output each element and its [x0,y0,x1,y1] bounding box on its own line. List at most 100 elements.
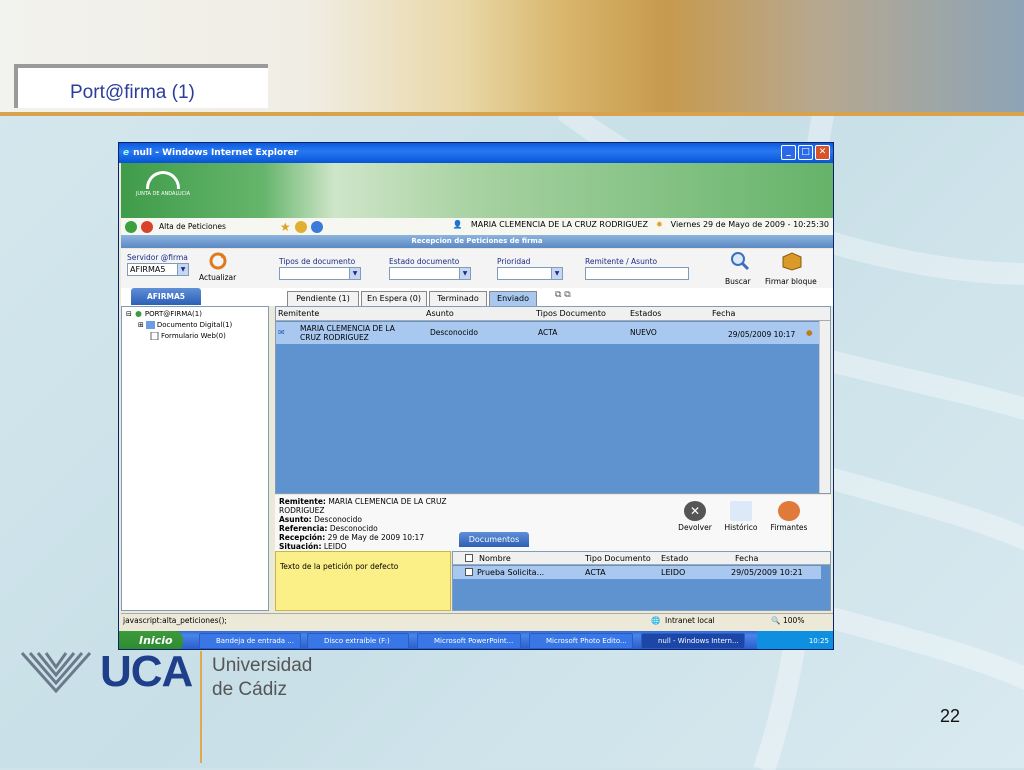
user-area: 👤 MARIA CLEMENCIA DE LA CRUZ RODRIGUEZ ✹… [453,220,829,229]
taskbar-item-powerpoint[interactable]: Microsoft PowerPoint... [417,633,521,649]
doc-col-nombre[interactable]: Nombre [479,554,511,563]
detail-situacion-value: LEIDO [323,542,347,551]
status-zone: Intranet local [665,616,715,625]
cell-fecha: 29/05/2009 10:17 [728,330,796,339]
sign-block-icon[interactable] [781,251,803,271]
chevron-down-icon: ▼ [177,264,188,275]
collapse-icon[interactable]: ⊟ [126,310,132,318]
return-icon: ✕ [684,501,706,521]
menu-alta-peticiones[interactable]: Alta de Peticiones [159,222,226,231]
detail-asunto-label: Asunto: [279,515,312,524]
tab-documentos[interactable]: Documentos [459,532,529,547]
tab-pendiente[interactable]: Pendiente (1) [287,291,359,306]
uca-short: UCA [100,647,193,696]
detail-asunto: Asunto: Desconocido [279,515,362,524]
status-text: javascript:alta_peticiones(); [123,616,227,625]
sign-block-label[interactable]: Firmar bloque [765,277,817,286]
close-button[interactable]: ✕ [815,145,830,160]
server-select[interactable]: AFIRMA5 ▼ [127,263,189,276]
folder-tree: ⊟ PORT@FIRMA(1) ⊞ Documento Digital(1) F… [121,306,269,611]
tree-item-documento-digital[interactable]: ⊞ Documento Digital(1) [138,321,232,329]
zoom-icon: 🔍 [771,616,781,625]
filter-prioridad-select[interactable]: ▼ [497,267,563,280]
filter-tipo-select[interactable]: ▼ [279,267,361,280]
filter-estado-select[interactable]: ▼ [389,267,471,280]
filter-estado-label: Estado documento [389,257,460,266]
docs-header: Nombre Tipo Documento Estado Fecha [453,552,830,565]
tree-item-formulario-web[interactable]: Formulario Web(0) [150,332,226,340]
browser-statusbar: javascript:alta_peticiones(); 🌐 Intranet… [121,613,833,627]
clock[interactable]: 10:25 [809,637,829,645]
banner-rule [0,112,1024,116]
doc-col-estado[interactable]: Estado [661,554,688,563]
junta-logo-text: JUNTA DE ANDALUCIA [135,191,191,197]
col-fecha[interactable]: Fecha [712,309,735,318]
tree-child2-label: Formulario Web(0) [161,332,226,340]
devolver-button[interactable]: ✕ Devolver [673,501,717,532]
maximize-button[interactable]: □ [798,145,813,160]
search-label[interactable]: Buscar [725,277,751,286]
users-icon[interactable] [294,220,307,233]
doc-table-row[interactable]: Prueba Solicita... ACTA LEIDO 29/05/2009… [453,566,821,579]
col-tipos[interactable]: Tipos Documento [536,309,606,318]
doc-cell-tipo: ACTA [585,568,606,577]
doc-col-fecha[interactable]: Fecha [735,554,758,563]
uca-emblem-icon [20,651,92,694]
cell-tipo: ACTA [538,328,558,337]
detail-recepcion-label: Recepción: [279,533,326,542]
detail-referencia: Referencia: Desconocido [279,524,378,533]
slide-title: Port@firma (1) [70,82,195,103]
form-icon [150,332,159,340]
petition-note[interactable]: Texto de la petición por defecto [275,551,451,611]
stop-icon[interactable] [141,220,153,233]
window-titlebar[interactable]: e null - Windows Internet Explorer _ □ ✕ [119,143,833,163]
back-icon[interactable] [125,220,137,233]
minimize-button[interactable]: _ [781,145,796,160]
doc-cell-nombre[interactable]: Prueba Solicita... [477,568,544,577]
firmantes-button[interactable]: Firmantes [765,501,813,532]
window-tile-icon[interactable]: ⧉ ⧉ [555,290,571,300]
tab-en-espera[interactable]: En Espera (0) [361,291,427,306]
chevron-down-icon: ▼ [459,268,470,279]
tab-afirma5[interactable]: AFIRMA5 [131,288,201,305]
refresh-icon[interactable] [207,251,229,271]
detail-remitente: Remitente: MARIA CLEMENCIA DE LA CRUZ RO… [279,497,449,515]
tab-terminado[interactable]: Terminado [429,291,487,306]
document-icon [145,321,155,329]
zoom-level[interactable]: 100% [783,616,804,625]
doc-col-tipo[interactable]: Tipo Documento [585,554,651,563]
signers-icon [778,501,800,521]
taskbar-item-photo-editor[interactable]: Microsoft Photo Edito... [529,633,633,649]
filter-remitente-input[interactable] [585,267,689,280]
user-icon: 👤 [452,220,463,229]
uca-name-line1: Universidad [212,655,313,676]
tree-child1-label: Documento Digital(1) [156,321,233,329]
tab-enviado[interactable]: Enviado [489,291,537,306]
update-label[interactable]: Actualizar [199,273,236,282]
grid-scrollbar[interactable] [819,321,830,493]
tree-item-root[interactable]: ⊟ PORT@FIRMA(1) [126,310,202,318]
date-text: Viernes 29 de Mayo de 2009 - 10:25:30 [670,220,829,229]
taskbar-item-ie[interactable]: null - Windows Intern... [641,633,745,649]
star-icon[interactable]: ★ [280,220,291,234]
window-title: null - Windows Internet Explorer [133,148,299,158]
historico-button[interactable]: Histórico [719,501,763,532]
detail-referencia-value: Desconocido [329,524,378,533]
doc-row-checkbox[interactable] [465,568,473,576]
search-icon[interactable] [729,251,751,271]
server-select-value: AFIRMA5 [130,265,166,274]
select-all-checkbox[interactable] [465,554,473,562]
filter-bar: Servidor @firma AFIRMA5 ▼ Actualizar Tip… [121,249,833,293]
cell-asunto: Desconocido [430,328,478,337]
history-icon [730,501,752,521]
filter-prioridad-label: Prioridad [497,257,531,266]
expand-icon[interactable]: ⊞ [138,321,144,329]
chevron-down-icon: ▼ [349,268,360,279]
table-row[interactable]: ✉ MARIA CLEMENCIA DE LA CRUZ RODRIGUEZ D… [276,322,820,344]
slide-title-box: Port@firma (1) [14,64,268,108]
detail-recepcion-value: 29 de May de 2009 10:17 [327,533,425,542]
col-remitente[interactable]: Remitente [278,309,319,318]
col-estados[interactable]: Estados [630,309,661,318]
help-icon[interactable] [310,220,323,233]
col-asunto[interactable]: Asunto [426,309,454,318]
